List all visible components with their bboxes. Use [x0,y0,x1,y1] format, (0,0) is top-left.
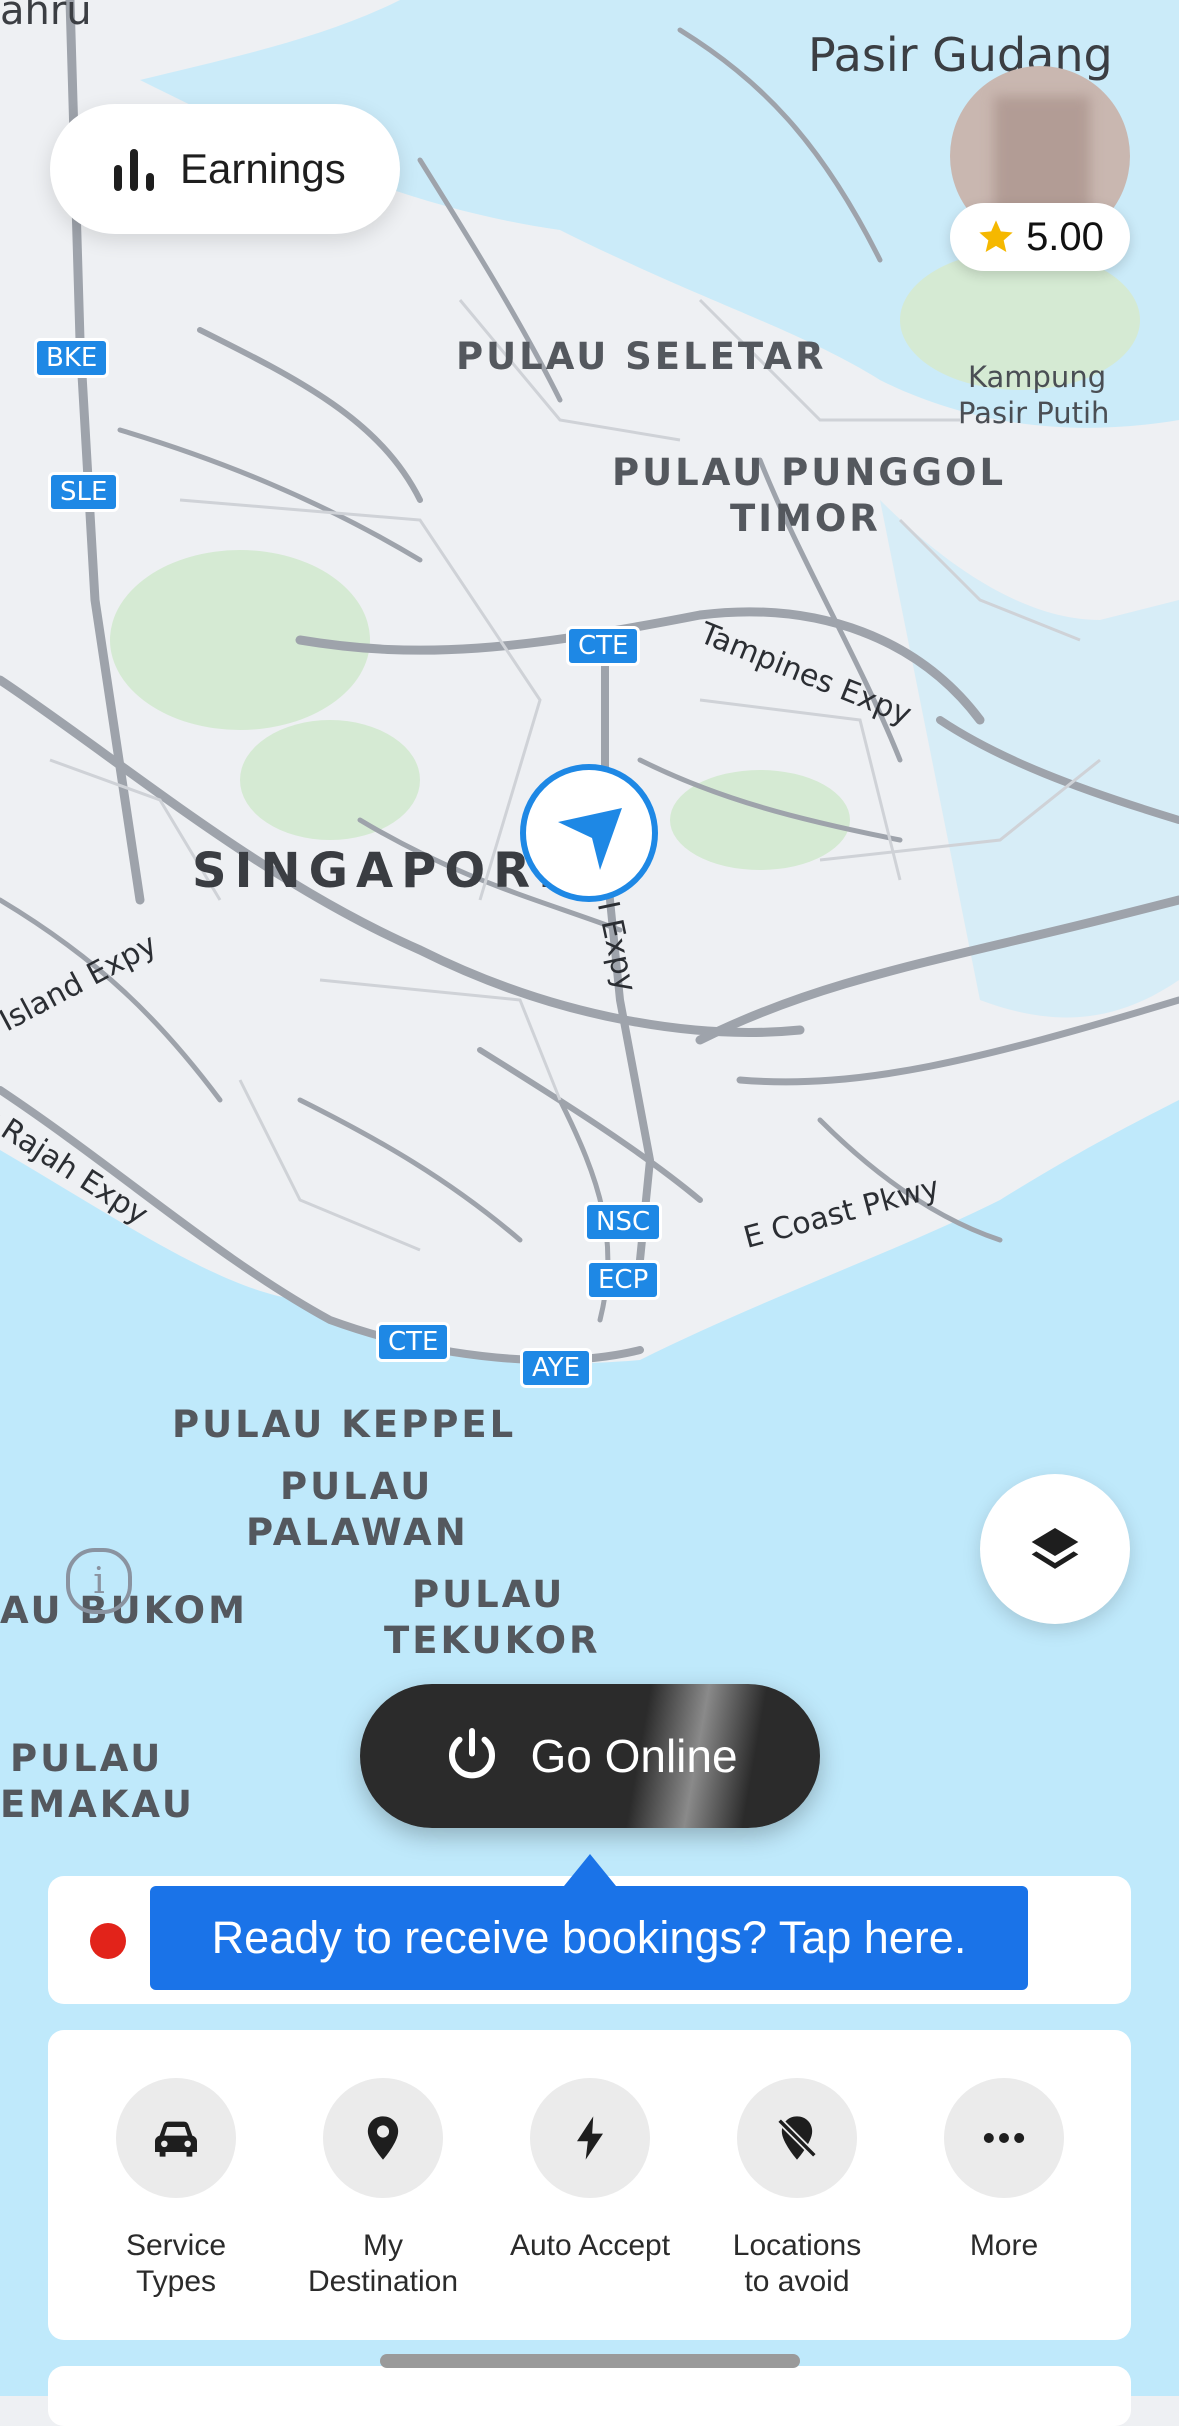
map-label: PULAU SELETAR [456,335,827,378]
current-location-icon [520,764,658,902]
lightning-icon [577,2116,603,2160]
action-label: Types [135,2265,217,2298]
map-label: TEKUKOR [384,1619,601,1662]
action-label: Destination [307,2265,459,2298]
action-label: Auto Accept [509,2229,671,2262]
action-label: My [363,2229,403,2262]
action-label: to avoid [744,2265,850,2298]
map-layers-button[interactable] [980,1474,1130,1624]
more-button[interactable]: More [904,2078,1104,2264]
my-destination-button[interactable]: My Destination [283,2078,483,2300]
bar-chart-icon [114,149,154,191]
map-label: Kampung [968,360,1107,394]
map-label: TIMOR [730,497,881,540]
location-pin-icon [367,2116,399,2160]
rating-value: 5.00 [1026,214,1104,259]
highway-shield: CTE [376,1322,451,1362]
offline-status-dot [90,1923,126,1959]
home-indicator[interactable] [380,2354,800,2368]
map-label: PULAU [10,1737,164,1780]
map-label: PULAU [412,1573,566,1616]
locations-to-avoid-button[interactable]: Locations to avoid [697,2078,897,2300]
info-icon[interactable]: i [66,1548,132,1614]
no-location-icon [777,2116,817,2160]
highway-shield: BKE [34,338,110,378]
map-label: Pasir Putih [958,396,1110,430]
car-icon [155,2121,197,2157]
map-label: PULAU [280,1465,434,1508]
go-online-button[interactable]: Go Online [360,1684,820,1828]
action-label: Locations [732,2229,862,2262]
highway-shield: SLE [48,472,120,512]
earnings-button[interactable]: Earnings [50,104,400,234]
highway-shield: CTE [566,626,641,666]
map-label: PALAWAN [246,1511,469,1554]
star-icon [979,220,1013,252]
ready-tooltip[interactable]: Ready to receive bookings? Tap here. [150,1886,1028,1990]
map-label: PULAU PUNGGOL [612,451,1007,494]
tooltip-text: Ready to receive bookings? Tap here. [211,1912,967,1963]
action-label: More [969,2229,1039,2262]
go-online-label: Go Online [530,1730,738,1782]
map-label: EMAKAU [0,1783,195,1826]
map-label: ahru [0,0,92,34]
highway-shield: NSC [584,1202,663,1242]
tooltip-arrow [564,1854,616,1886]
highway-shield: AYE [520,1348,593,1388]
earnings-label: Earnings [180,145,346,192]
layers-icon [1031,1528,1079,1569]
map-label: PULAU KEPPEL [172,1403,517,1446]
auto-accept-button[interactable]: Auto Accept [490,2078,690,2264]
power-icon [449,1728,496,1779]
more-icon [983,2133,1025,2143]
rating-badge: 5.00 [950,203,1130,271]
service-types-button[interactable]: Service Types [76,2078,276,2300]
park [240,720,420,840]
bottom-card [48,2366,1131,2426]
action-label: Service [125,2229,227,2262]
highway-shield: ECP [586,1260,661,1300]
